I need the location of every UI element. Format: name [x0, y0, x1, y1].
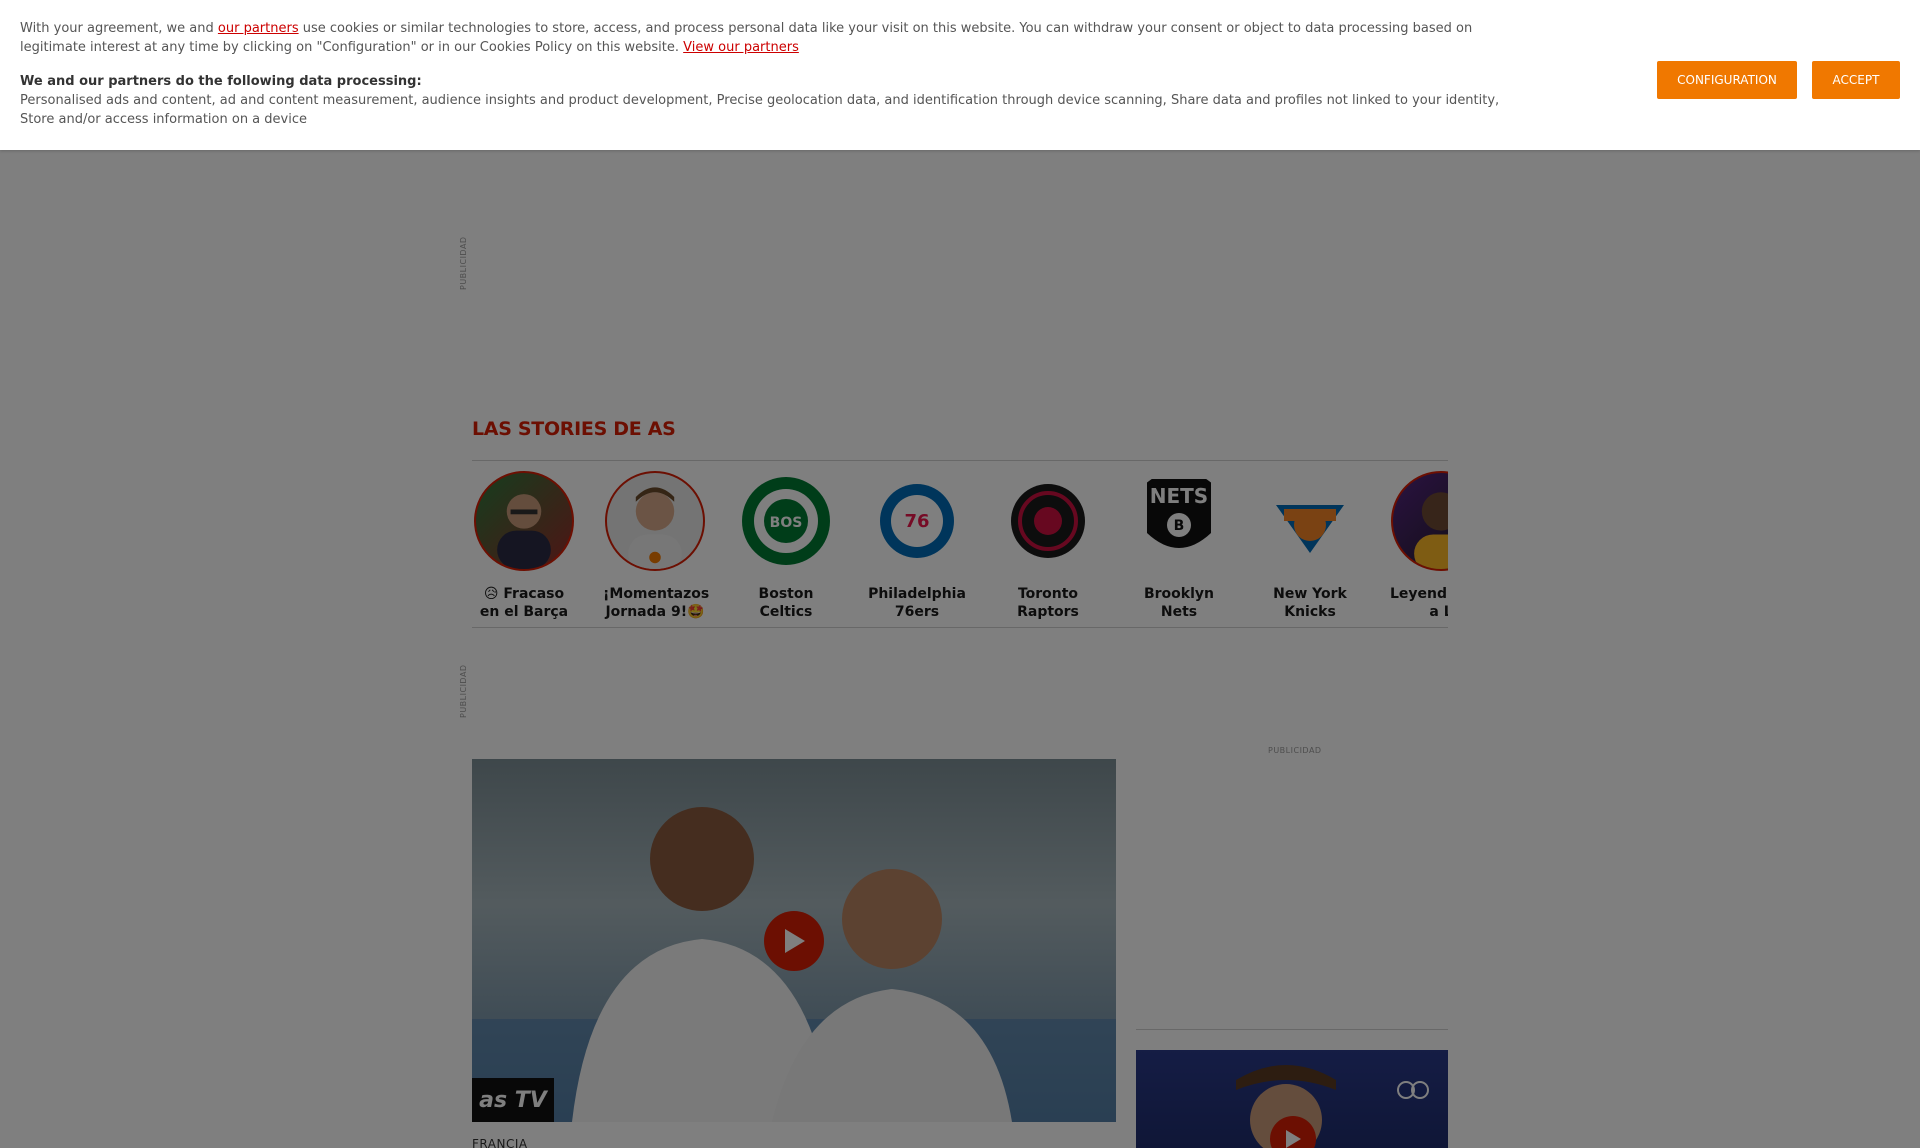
cookie-text-part1: With your agreement, we and: [20, 21, 218, 36]
configuration-button[interactable]: CONFIGURATION: [1657, 61, 1797, 99]
accept-button[interactable]: ACCEPT: [1812, 61, 1900, 99]
our-partners-link[interactable]: our partners: [218, 21, 299, 36]
view-partners-link[interactable]: View our partners: [683, 40, 799, 55]
modal-overlay: [0, 0, 1920, 1148]
processing-heading: We and our partners do the following dat…: [20, 74, 422, 89]
cookie-banner: With your agreement, we and our partners…: [0, 0, 1920, 150]
cookie-text: With your agreement, we and our partners…: [20, 19, 1520, 129]
processing-text: Personalised ads and content, ad and con…: [20, 93, 1500, 127]
